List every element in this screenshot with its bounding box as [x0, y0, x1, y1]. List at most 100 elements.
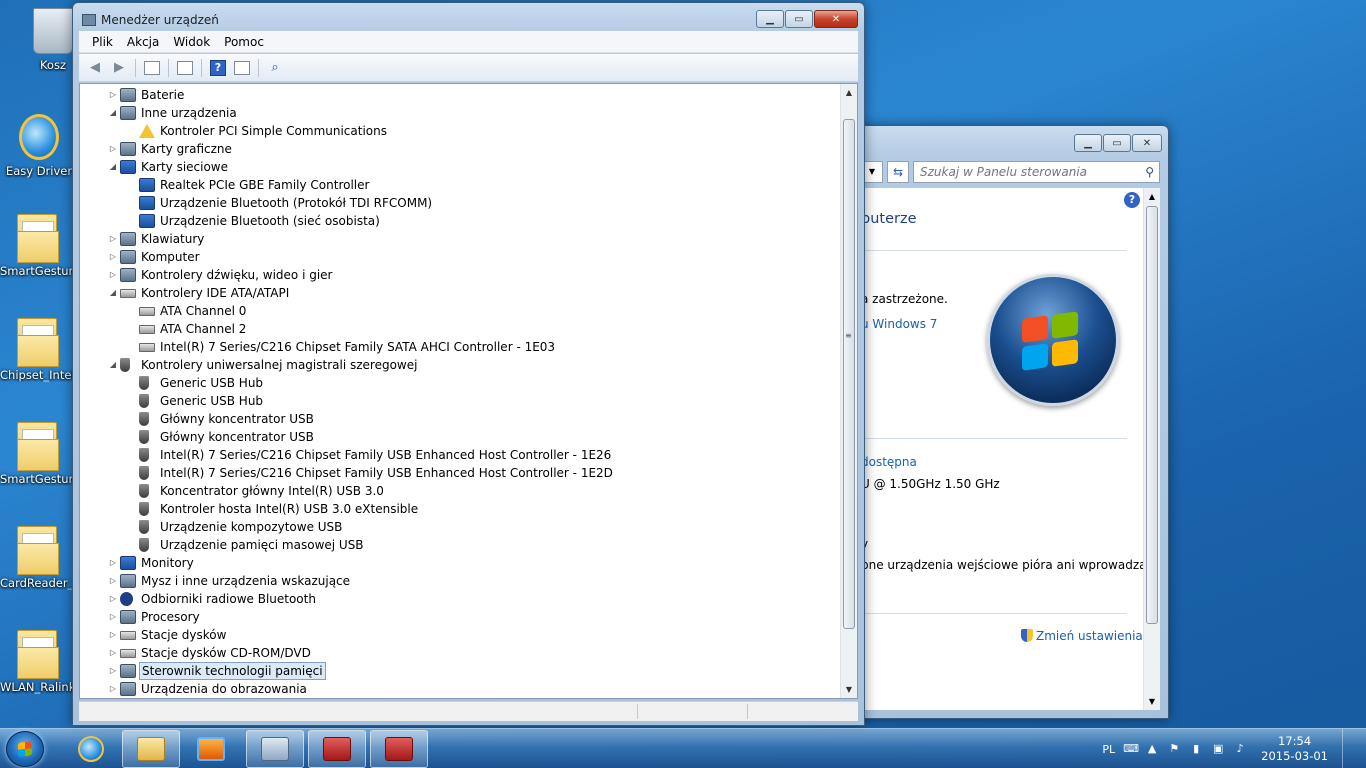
- expand-icon[interactable]: ▷: [108, 680, 118, 698]
- expand-icon[interactable]: ▷: [108, 644, 118, 662]
- collapse-icon[interactable]: ◢: [108, 284, 118, 302]
- tree-device[interactable]: Urządzenie Bluetooth (sieć osobista): [80, 212, 840, 230]
- tree-device[interactable]: ATA Channel 2: [80, 320, 840, 338]
- desktop-icon-easy-driver[interactable]: Easy Driver: [2, 114, 76, 178]
- taskbar-media-player[interactable]: [182, 730, 240, 768]
- close-button[interactable]: ✕: [1132, 134, 1162, 152]
- expand-icon[interactable]: ▷: [108, 608, 118, 626]
- scroll-down-icon[interactable]: ▼: [841, 681, 857, 698]
- show-hidden-icons-icon[interactable]: ▲: [1145, 742, 1159, 756]
- tree-device[interactable]: ATA Channel 0: [80, 302, 840, 320]
- tree-device[interactable]: Urządzenie kompozytowe USB: [80, 518, 840, 536]
- action-center-icon[interactable]: ⚑: [1167, 742, 1181, 756]
- expand-icon[interactable]: ▷: [108, 572, 118, 590]
- tree-category[interactable]: ▷ Sterownik technologii pamięci: [80, 662, 840, 680]
- collapse-icon[interactable]: ◢: [108, 356, 118, 374]
- taskbar-toolbox-1[interactable]: [308, 730, 366, 768]
- scrollbar-thumb[interactable]: [843, 119, 855, 629]
- properties-button[interactable]: [175, 59, 195, 77]
- tree-category[interactable]: ▷ Stacje dysków: [80, 626, 840, 644]
- show-hide-tree-button[interactable]: [142, 59, 162, 77]
- tree-category[interactable]: ▷ Kontrolery dźwięku, wideo i gier: [80, 266, 840, 284]
- tree-device[interactable]: Kontroler PCI Simple Communications: [80, 122, 840, 140]
- tree-category[interactable]: ◢ Kontrolery IDE ATA/ATAPI: [80, 284, 840, 302]
- device-manager-titlebar[interactable]: Menedżer urządzeń ▁ ▭ ✕: [73, 3, 864, 31]
- expand-icon[interactable]: ▷: [108, 662, 118, 680]
- menu-item-akcja[interactable]: Akcja: [122, 33, 164, 51]
- tree-category[interactable]: ▷ Monitory: [80, 554, 840, 572]
- tree-category[interactable]: ▷ Komputer: [80, 248, 840, 266]
- minimize-button[interactable]: ▁: [1074, 134, 1102, 152]
- tree-device[interactable]: Generic USB Hub: [80, 374, 840, 392]
- vertical-scrollbar[interactable]: ▲ ▼: [1143, 188, 1160, 710]
- vertical-scrollbar[interactable]: ▲ ≡ ▼: [840, 84, 857, 698]
- tree-device[interactable]: Główny koncentrator USB: [80, 410, 840, 428]
- scroll-up-icon[interactable]: ▲: [1144, 188, 1160, 205]
- tree-category[interactable]: ▷ Baterie: [80, 86, 840, 104]
- menu-item-plik[interactable]: Plik: [87, 33, 118, 51]
- desktop-icon-cardreader[interactable]: CardReader_R: [0, 526, 74, 590]
- scroll-up-icon[interactable]: ▲: [841, 84, 857, 101]
- tree-device[interactable]: Kontroler hosta Intel(R) USB 3.0 eXtensi…: [80, 500, 840, 518]
- maximize-button[interactable]: ▭: [1103, 134, 1131, 152]
- change-settings-link[interactable]: Zmień ustawienia: [1021, 629, 1143, 643]
- minimize-button[interactable]: ▁: [756, 10, 784, 28]
- expand-icon[interactable]: ▷: [108, 590, 118, 608]
- help-icon[interactable]: ?: [1124, 192, 1140, 208]
- rating-link[interactable]: dostępna: [861, 455, 917, 469]
- desktop-icon-smartgesture-1[interactable]: SmartGesture: [0, 214, 74, 278]
- tree-device[interactable]: Intel(R) 7 Series/C216 Chipset Family US…: [80, 446, 840, 464]
- upgrade-link[interactable]: u Windows 7: [861, 317, 937, 331]
- back-button[interactable]: ◀: [85, 59, 105, 77]
- tree-category[interactable]: ▷ Stacje dysków CD-ROM/DVD: [80, 644, 840, 662]
- close-button[interactable]: ✕: [814, 10, 858, 28]
- network-icon[interactable]: ▣: [1211, 742, 1225, 756]
- tree-category[interactable]: ▷ Karty graficzne: [80, 140, 840, 158]
- tree-device[interactable]: Intel(R) 7 Series/C216 Chipset Family SA…: [80, 338, 840, 356]
- language-indicator[interactable]: PL: [1102, 743, 1115, 756]
- scroll-down-icon[interactable]: ▼: [1144, 693, 1160, 710]
- search-input[interactable]: [914, 162, 1159, 182]
- search-icon[interactable]: ⚲: [1145, 165, 1154, 179]
- volume-icon[interactable]: ♪: [1233, 742, 1247, 756]
- power-icon[interactable]: ▮: [1189, 742, 1203, 756]
- expand-icon[interactable]: ▷: [108, 86, 118, 104]
- clock[interactable]: 17:54 2015-03-01: [1261, 734, 1328, 764]
- taskbar-toolbox-2[interactable]: [370, 730, 428, 768]
- expand-icon[interactable]: ▷: [108, 266, 118, 284]
- keyboard-icon[interactable]: ⌨: [1123, 742, 1139, 756]
- tree-category[interactable]: ◢ Kontrolery uniwersalnej magistrali szer…: [80, 356, 840, 374]
- start-button[interactable]: [6, 731, 44, 767]
- tree-category[interactable]: ◢ Karty sieciowe: [80, 158, 840, 176]
- expand-icon[interactable]: ▷: [108, 554, 118, 572]
- menu-item-widok[interactable]: Widok: [168, 33, 215, 51]
- expand-icon[interactable]: ▷: [108, 230, 118, 248]
- help-button[interactable]: ?: [208, 59, 228, 77]
- tree-category[interactable]: ▷ Procesory: [80, 608, 840, 626]
- tree-category[interactable]: ▷ Urządzenia do obrazowania: [80, 680, 840, 698]
- run-button[interactable]: [232, 59, 252, 77]
- collapse-icon[interactable]: ◢: [108, 158, 118, 176]
- tree-category[interactable]: ◢ Inne urządzenia: [80, 104, 840, 122]
- show-desktop-button[interactable]: [1342, 729, 1354, 768]
- tree-category[interactable]: ▷ Klawiatury: [80, 230, 840, 248]
- control-panel-titlebar[interactable]: ▁ ▭ ✕: [821, 126, 1168, 154]
- taskbar-device-manager[interactable]: [246, 730, 304, 768]
- expand-icon[interactable]: ▷: [108, 140, 118, 158]
- tree-device[interactable]: Realtek PCIe GBE Family Controller: [80, 176, 840, 194]
- collapse-icon[interactable]: ◢: [108, 104, 118, 122]
- tree-category[interactable]: ▷ Odbiorniki radiowe Bluetooth: [80, 590, 840, 608]
- expand-icon[interactable]: ▷: [108, 248, 118, 266]
- desktop-icon-wlan-ralink[interactable]: WLAN_Ralink: [0, 630, 74, 694]
- forward-button[interactable]: ▶: [109, 59, 129, 77]
- tree-device[interactable]: Urządzenie Bluetooth (Protokół TDI RFCOM…: [80, 194, 840, 212]
- refresh-button[interactable]: ⇆: [887, 161, 909, 183]
- tree-device[interactable]: Urządzenie pamięci masowej USB: [80, 536, 840, 554]
- taskbar-ie[interactable]: [62, 730, 120, 768]
- maximize-button[interactable]: ▭: [785, 10, 813, 28]
- tree-category[interactable]: ▷ Mysz i inne urządzenia wskazujące: [80, 572, 840, 590]
- menu-item-pomoc[interactable]: Pomoc: [219, 33, 269, 51]
- taskbar-explorer[interactable]: [122, 730, 180, 768]
- desktop-icon-chipset-intel[interactable]: Chipset_Intel: [0, 318, 74, 382]
- expand-icon[interactable]: ▷: [108, 626, 118, 644]
